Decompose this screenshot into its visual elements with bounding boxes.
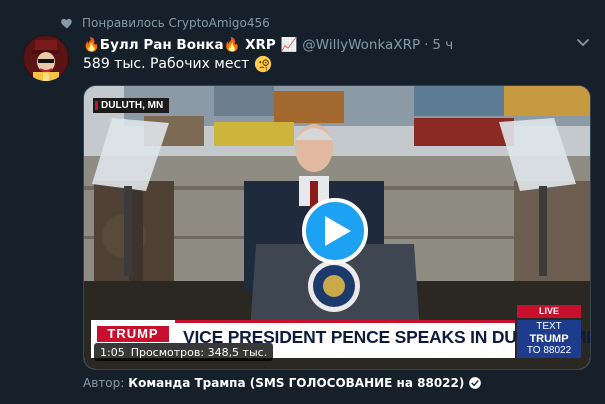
- video-author-attribution: Автор: Команда Трампа (SMS ГОЛОСОВАНИЕ н…: [83, 376, 482, 390]
- social-context-text: Понравилось CryptoAmigo456: [82, 16, 270, 30]
- author-name[interactable]: Команда Трампа (SMS ГОЛОСОВАНИЕ на 88022…: [128, 376, 464, 390]
- display-name[interactable]: 🔥Булл Ран Вонка🔥 XRP 📈: [83, 37, 297, 53]
- location-tag: DULUTH, MN: [93, 98, 170, 113]
- avatar[interactable]: [23, 35, 69, 81]
- play-icon: [325, 216, 351, 246]
- tweet-text: 589 тыс. Рабочих мест: [83, 55, 272, 73]
- user-handle[interactable]: @WillyWonkaXRP: [302, 37, 420, 53]
- tweet-timestamp[interactable]: 5 ч: [432, 37, 453, 53]
- heart-icon: [61, 18, 72, 29]
- sms-line1: TEXT: [536, 321, 562, 332]
- face-with-monocle-emoji-icon: [255, 55, 272, 73]
- verified-badge-icon: [469, 377, 482, 389]
- sms-box: TEXT TRUMP TO 88022: [517, 320, 581, 358]
- separator-dot: ·: [424, 37, 429, 53]
- live-badge: LIVE: [517, 305, 581, 318]
- video-info-badge: 1:05 Просмотров: 348,5 тыс.: [94, 343, 274, 361]
- video-player[interactable]: DULUTH, MN TRUMP VICE PRESIDENT PENCE SP…: [83, 85, 591, 370]
- chevron-down-icon[interactable]: [576, 38, 590, 48]
- social-context[interactable]: Понравилось CryptoAmigo456: [60, 15, 270, 31]
- sms-line2: TRUMP: [529, 333, 569, 345]
- play-button[interactable]: [302, 198, 368, 264]
- author-label: Автор:: [83, 376, 125, 390]
- tweet-text-content: 589 тыс. Рабочих мест: [83, 56, 250, 72]
- tweet-header: 🔥Булл Ран Вонка🔥 XRP 📈 @WillyWonkaXRP · …: [83, 35, 453, 55]
- video-views: Просмотров: 348,5 тыс.: [130, 345, 268, 359]
- video-duration: 1:05: [100, 345, 125, 359]
- network-logo-text: TRUMP: [97, 326, 169, 342]
- sms-line3: TO 88022: [526, 345, 572, 356]
